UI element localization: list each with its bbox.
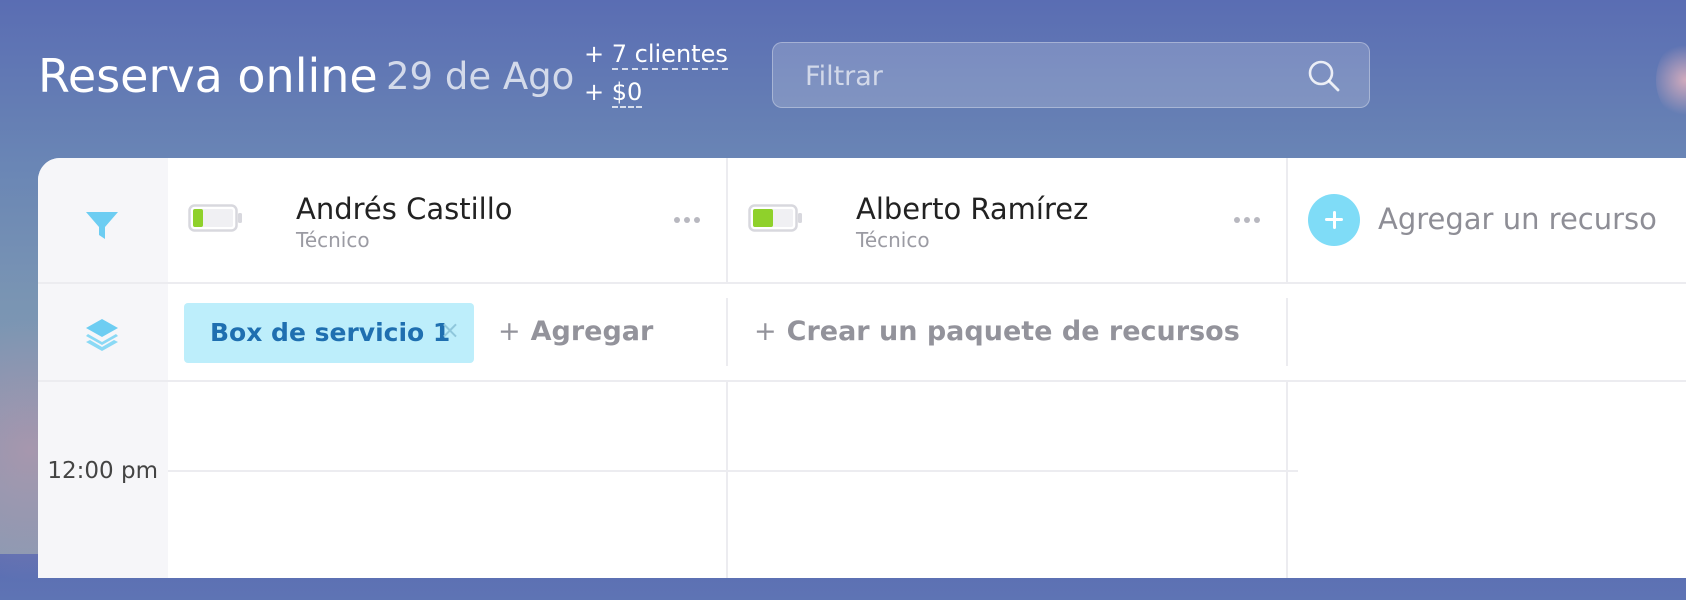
column-divider — [726, 380, 728, 578]
create-bundle-label: Crear un paquete de recursos — [786, 316, 1240, 347]
chip-close-icon[interactable]: × — [440, 316, 460, 344]
add-bundle-link[interactable]: + Agregar — [498, 316, 653, 347]
filter-input[interactable] — [803, 43, 1297, 109]
resource-name: Andrés Castillo — [296, 192, 513, 226]
revenue-stat-prefix: + — [584, 78, 612, 106]
clients-stat: + 7 clientes — [584, 38, 728, 76]
add-resource-label[interactable]: Agregar un recurso — [1378, 202, 1657, 236]
revenue-amount-link[interactable]: $0 — [611, 78, 643, 108]
column-divider — [1286, 298, 1288, 366]
resource-role: Técnico — [296, 228, 370, 252]
page-date: 29 de Ago — [386, 55, 575, 98]
clients-stat-prefix: + — [584, 40, 612, 68]
column-divider — [1286, 380, 1288, 578]
header-row-divider — [38, 282, 1686, 284]
schedule-board: 12:00 pm Andrés Castillo Técnico Alberto… — [38, 158, 1686, 578]
battery-fill — [753, 209, 773, 227]
filter-icon[interactable] — [82, 205, 122, 245]
revenue-stat: + $0 — [584, 76, 728, 114]
more-options-icon[interactable] — [672, 214, 702, 226]
plus-icon: + — [498, 316, 521, 347]
resource-column-header[interactable]: Andrés Castillo Técnico — [168, 158, 724, 282]
page-title: Reserva online — [38, 49, 378, 103]
column-divider — [726, 298, 728, 366]
bundle-row-divider — [38, 380, 1686, 382]
header-stats: + 7 clientes + $0 — [584, 38, 728, 114]
create-bundle-link[interactable]: + Crear un paquete de recursos — [754, 316, 1240, 347]
resource-name: Alberto Ramírez — [856, 192, 1089, 226]
board-sidebar: 12:00 pm — [38, 158, 168, 578]
search-icon[interactable] — [1307, 59, 1341, 93]
plus-icon: + — [754, 316, 777, 347]
plus-stroke — [1332, 211, 1336, 229]
add-resource-button[interactable]: Agregar un recurso — [1288, 158, 1686, 282]
battery-fill — [193, 209, 203, 227]
time-row-divider — [168, 470, 1298, 472]
resource-bundle-chip[interactable]: Box de servicio 1 × — [184, 303, 474, 363]
clients-count-link[interactable]: 7 clientes — [611, 40, 728, 70]
battery-icon — [748, 204, 802, 232]
page-header: Reserva online 29 de Ago + 7 clientes + … — [0, 0, 1686, 158]
battery-icon — [188, 204, 242, 232]
layers-icon[interactable] — [82, 315, 122, 355]
filter-search-box[interactable] — [772, 42, 1370, 109]
add-resource-plus-icon[interactable] — [1308, 194, 1360, 246]
add-bundle-label: Agregar — [530, 316, 654, 347]
resource-role: Técnico — [856, 228, 930, 252]
more-options-icon[interactable] — [1232, 214, 1262, 226]
resource-column-header[interactable]: Alberto Ramírez Técnico — [728, 158, 1284, 282]
time-label: 12:00 pm — [47, 458, 158, 484]
bundle-chip-label: Box de servicio 1 — [210, 318, 451, 347]
